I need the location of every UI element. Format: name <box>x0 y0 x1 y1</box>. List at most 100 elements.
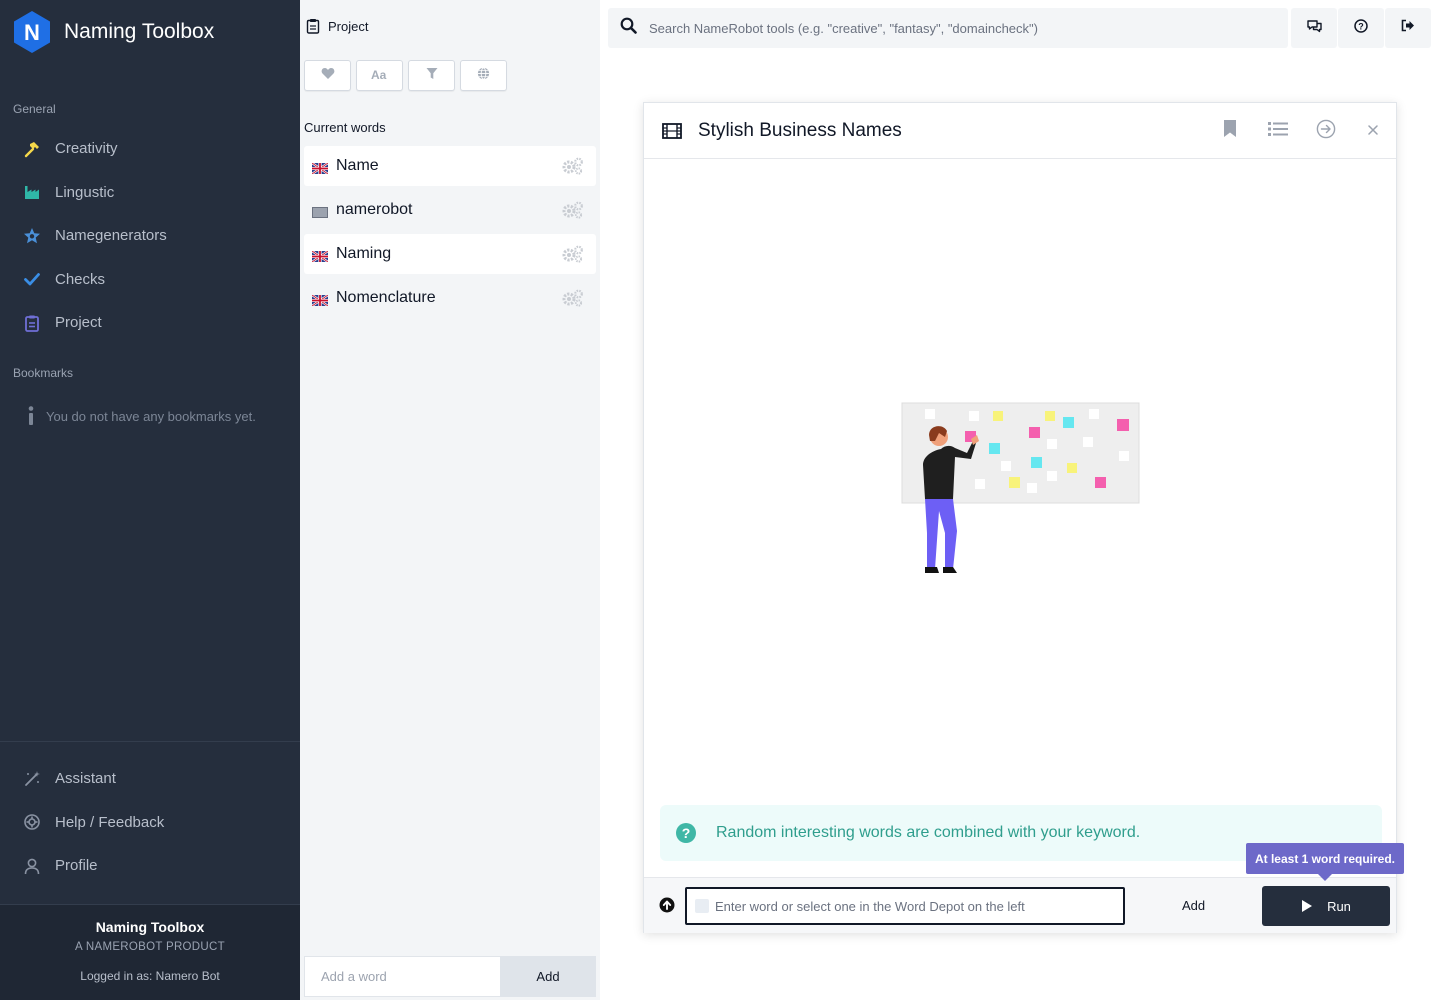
run-button[interactable]: Run <box>1262 886 1390 926</box>
favorites-button[interactable] <box>304 60 351 91</box>
uk-flag-icon <box>311 249 329 263</box>
sidebar-item-namegenerators[interactable]: Namegenerators <box>0 214 300 258</box>
list-view-button[interactable] <box>1266 119 1290 143</box>
word-text: Nomenclature <box>336 289 436 306</box>
search-input[interactable] <box>649 20 1288 36</box>
clipboard-icon <box>22 313 42 333</box>
panel-footer: Add Run <box>644 877 1396 933</box>
globe-icon <box>477 66 490 85</box>
list-item[interactable]: namerobot <box>304 190 596 230</box>
panel-title: Stylish Business Names <box>698 119 902 141</box>
current-words-label: Current words <box>304 120 386 135</box>
project-header: Project <box>306 18 368 34</box>
font-case-icon: Aa <box>371 67 389 85</box>
validation-tooltip: At least 1 word required. <box>1246 843 1404 881</box>
filter-icon <box>426 67 438 85</box>
heart-icon <box>321 67 335 85</box>
add-word-input[interactable] <box>304 956 500 997</box>
add-keyword-button[interactable]: Add <box>1182 898 1205 913</box>
star-badge-icon <box>22 226 42 246</box>
sidebar-footer: Naming Toolbox A NAMEROBOT PRODUCT Logge… <box>0 904 300 1000</box>
sidebar-item-label: Project <box>55 314 102 332</box>
upload-button[interactable] <box>659 897 675 913</box>
svg-text:N: N <box>24 20 40 45</box>
go-to-tool-button[interactable] <box>1314 119 1338 143</box>
project-title: Project <box>328 18 369 34</box>
current-words-list: Name namerobot Naming Nomenclature <box>304 146 596 322</box>
help-icon: ? <box>1354 18 1368 38</box>
footer-title: Naming Toolbox <box>95 919 205 935</box>
list-item[interactable]: Nomenclature <box>304 278 596 318</box>
keyword-input[interactable] <box>715 898 1123 914</box>
filter-button[interactable] <box>408 60 455 91</box>
sidebar-item-lingustic[interactable]: Lingustic <box>0 171 300 215</box>
list-icon <box>1268 121 1288 142</box>
gears-icon[interactable] <box>562 289 584 307</box>
sidebar-item-checks[interactable]: Checks <box>0 258 300 302</box>
close-button[interactable] <box>1361 119 1385 143</box>
word-text: namerobot <box>336 201 413 218</box>
question-icon: ? <box>676 823 696 843</box>
sidebar-item-assistant[interactable]: Assistant <box>0 757 300 801</box>
sidebar-item-project[interactable]: Project <box>0 301 300 345</box>
svg-text:?: ? <box>1358 21 1364 31</box>
factory-icon <box>22 182 42 202</box>
section-general-label: General <box>13 102 56 116</box>
magic-wand-icon <box>22 769 42 789</box>
word-chip-icon <box>695 899 709 913</box>
checkmark-icon <box>22 269 42 289</box>
main-nav: Creativity Lingustic Namegenerators Chec… <box>0 127 300 345</box>
keyword-field <box>685 887 1125 925</box>
font-case-button[interactable]: Aa <box>356 60 403 91</box>
sticky-notes-illustration <box>901 401 1141 586</box>
help-button[interactable]: ? <box>1338 8 1384 48</box>
gears-icon[interactable] <box>562 157 584 175</box>
arrow-up-circle-icon <box>659 897 675 913</box>
sidebar-item-help-feedback[interactable]: Help / Feedback <box>0 801 300 845</box>
word-text: Naming <box>336 245 392 262</box>
svg-text:Aa: Aa <box>371 68 387 80</box>
info-icon <box>26 406 36 426</box>
sidebar: N Naming Toolbox General Creativity Ling… <box>0 0 300 1000</box>
logout-button[interactable] <box>1385 8 1431 48</box>
uk-flag-icon <box>311 293 329 307</box>
arrow-circle-icon <box>1316 119 1336 144</box>
bookmark-icon <box>1223 119 1237 143</box>
brand[interactable]: N Naming Toolbox <box>12 10 214 54</box>
logged-in-user: Logged in as: Namero Bot <box>80 969 220 983</box>
word-toolbar: Aa <box>304 60 507 91</box>
sidebar-item-creativity[interactable]: Creativity <box>0 127 300 171</box>
language-button[interactable] <box>460 60 507 91</box>
bookmarks-empty-text: You do not have any bookmarks yet. <box>46 408 256 424</box>
footer-subtitle: A NAMEROBOT PRODUCT <box>75 941 225 953</box>
bookmarks-empty-state: You do not have any bookmarks yet. <box>26 406 256 426</box>
add-word-form: Add <box>304 956 596 997</box>
film-icon <box>662 122 682 139</box>
generic-flag-icon <box>312 205 328 218</box>
chat-button[interactable] <box>1291 8 1337 48</box>
run-button-label: Run <box>1327 898 1351 914</box>
chat-icon <box>1306 19 1322 38</box>
app-title: Naming Toolbox <box>64 20 215 43</box>
tool-panel: Stylish Business Names ? Random interest… <box>643 102 1397 933</box>
list-item[interactable]: Naming <box>304 234 596 274</box>
sidebar-item-label: Assistant <box>55 770 116 788</box>
section-bookmarks-label: Bookmarks <box>13 366 74 380</box>
lifebuoy-icon <box>22 812 42 832</box>
sidebar-item-profile[interactable]: Profile <box>0 844 300 888</box>
tool-search <box>608 8 1288 48</box>
bookmark-button[interactable] <box>1218 119 1242 143</box>
sidebar-item-label: Help / Feedback <box>55 813 165 831</box>
play-icon <box>1301 899 1313 913</box>
uk-flag-icon <box>311 161 329 175</box>
sidebar-item-label: Checks <box>55 270 106 288</box>
sidebar-item-label: Lingustic <box>55 183 115 201</box>
user-icon <box>22 856 42 876</box>
add-word-button[interactable]: Add <box>500 956 596 997</box>
gears-icon[interactable] <box>562 201 584 219</box>
gears-icon[interactable] <box>562 245 584 263</box>
search-icon <box>620 17 637 39</box>
sidebar-item-label: Namegenerators <box>55 227 167 245</box>
list-item[interactable]: Name <box>304 146 596 186</box>
namerobot-logo-icon: N <box>12 10 52 54</box>
